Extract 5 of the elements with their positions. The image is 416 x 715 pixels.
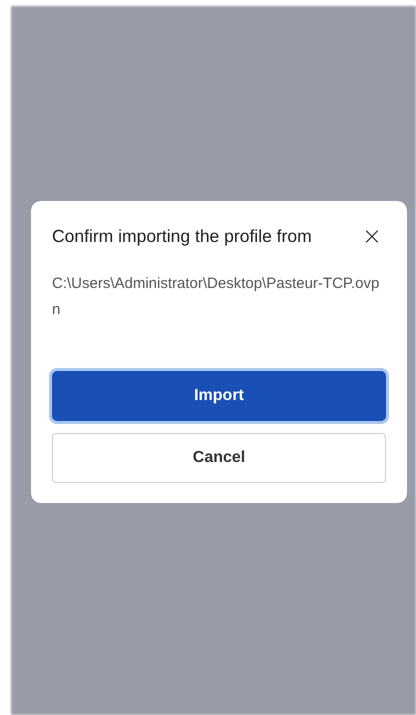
- import-button[interactable]: Import: [52, 371, 386, 421]
- close-button[interactable]: ×: [362, 224, 382, 248]
- cancel-button[interactable]: Cancel: [52, 433, 386, 483]
- file-path-text: C:\Users\Administrator\Desktop\Pasteur-TCP.ovpn: [52, 274, 380, 320]
- dialog-title: Confirm importing the profile from: [52, 225, 312, 248]
